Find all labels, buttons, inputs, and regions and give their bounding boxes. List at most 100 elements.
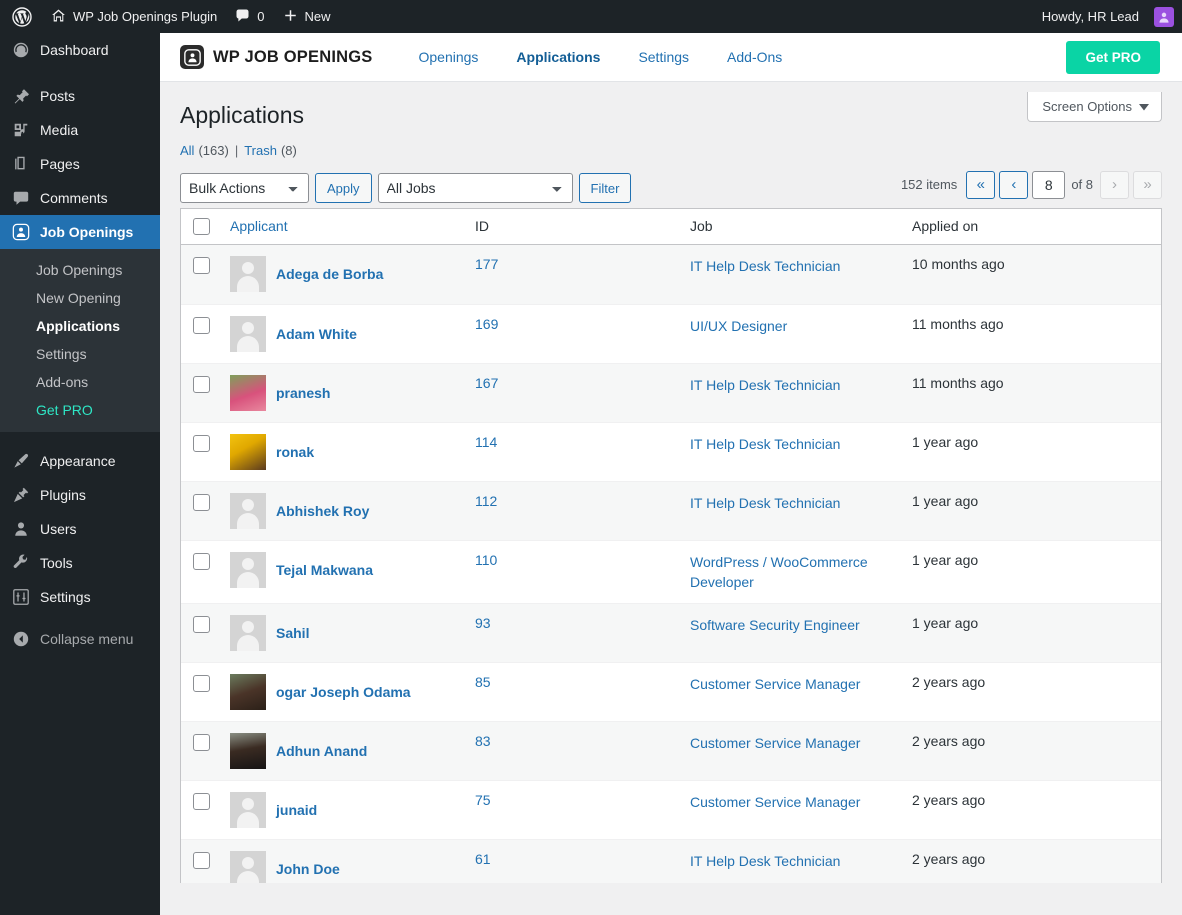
applicant-cell: Sahil bbox=[220, 603, 465, 663]
comments-menu-item[interactable]: 0 bbox=[226, 0, 273, 33]
select-all-checkbox[interactable] bbox=[193, 217, 210, 235]
sidebar-item-users[interactable]: Users bbox=[0, 512, 160, 546]
jobs-filter-select[interactable]: All Jobs bbox=[377, 173, 573, 204]
job-title-link[interactable]: UI/UX Designer bbox=[690, 316, 787, 336]
job-cell: Customer Service Manager bbox=[680, 780, 902, 839]
new-content-menu-item[interactable]: New bbox=[274, 0, 340, 33]
application-id-link[interactable]: 167 bbox=[475, 375, 498, 391]
tab-applications[interactable]: Applications bbox=[516, 49, 600, 65]
sidebar-subitem-settings[interactable]: Settings bbox=[0, 340, 160, 368]
sidebar-subitem-add-ons[interactable]: Add-ons bbox=[0, 368, 160, 396]
applicant-name-link[interactable]: ronak bbox=[276, 434, 314, 470]
tab-settings[interactable]: Settings bbox=[638, 49, 689, 65]
job-title-link[interactable]: IT Help Desk Technician bbox=[690, 851, 840, 871]
row-checkbox[interactable] bbox=[193, 434, 210, 452]
job-title-link[interactable]: WordPress / WooCommerce Developer bbox=[690, 552, 892, 593]
applicant-cell: Adega de Borba bbox=[220, 244, 465, 304]
current-page-input[interactable] bbox=[1032, 170, 1066, 199]
applicant-name-link[interactable]: Abhishek Roy bbox=[276, 493, 369, 529]
id-cell: 110 bbox=[465, 539, 680, 604]
application-id-link[interactable]: 85 bbox=[475, 674, 491, 690]
applicant-name-link[interactable]: Adega de Borba bbox=[276, 256, 383, 292]
column-header-applicant[interactable]: Applicant bbox=[220, 208, 465, 245]
sidebar-item-posts[interactable]: Posts bbox=[0, 79, 160, 113]
view-all-link[interactable]: All bbox=[180, 143, 194, 158]
application-id-link[interactable]: 93 bbox=[475, 615, 491, 631]
id-cell: 114 bbox=[465, 421, 680, 481]
sidebar-item-plugins[interactable]: Plugins bbox=[0, 478, 160, 512]
row-checkbox[interactable] bbox=[193, 675, 210, 693]
applicant-name-link[interactable]: junaid bbox=[276, 792, 317, 828]
applicant-name-link[interactable]: ogar Joseph Odama bbox=[276, 674, 411, 710]
job-title-link[interactable]: IT Help Desk Technician bbox=[690, 493, 840, 513]
sidebar-subitem-applications[interactable]: Applications bbox=[0, 312, 160, 340]
row-checkbox[interactable] bbox=[193, 734, 210, 752]
job-title-link[interactable]: IT Help Desk Technician bbox=[690, 256, 840, 276]
job-title-link[interactable]: Software Security Engineer bbox=[690, 615, 860, 635]
tab-add-ons[interactable]: Add-Ons bbox=[727, 49, 782, 65]
row-checkbox[interactable] bbox=[193, 316, 210, 334]
collapse-menu-button[interactable]: Collapse menu bbox=[0, 622, 160, 656]
job-title-link[interactable]: IT Help Desk Technician bbox=[690, 434, 840, 454]
job-title-link[interactable]: Customer Service Manager bbox=[690, 674, 860, 694]
row-checkbox[interactable] bbox=[193, 616, 210, 634]
applicant-name-link[interactable]: Tejal Makwana bbox=[276, 552, 373, 588]
row-checkbox[interactable] bbox=[193, 375, 210, 393]
last-page-button[interactable]: » bbox=[1133, 170, 1162, 199]
applicant-name-link[interactable]: pranesh bbox=[276, 375, 330, 411]
sidebar-item-job-openings[interactable]: Job Openings bbox=[0, 215, 168, 249]
applicant-name-link[interactable]: John Doe bbox=[276, 851, 340, 882]
sort-applicant-link[interactable]: Applicant bbox=[230, 218, 288, 234]
bulk-actions-select[interactable]: Bulk Actions bbox=[180, 173, 309, 204]
job-title-link[interactable]: Customer Service Manager bbox=[690, 792, 860, 812]
application-id-link[interactable]: 61 bbox=[475, 851, 491, 867]
apply-button[interactable]: Apply bbox=[315, 173, 372, 204]
wp-logo-menu-item[interactable] bbox=[0, 0, 42, 33]
my-account-menu-item[interactable]: Howdy, HR Lead bbox=[1033, 0, 1174, 33]
view-all[interactable]: All (163) bbox=[180, 143, 229, 158]
applicant-name-link[interactable]: Adhun Anand bbox=[276, 733, 367, 769]
view-trash-link[interactable]: Trash bbox=[244, 143, 277, 158]
sidebar-item-appearance[interactable]: Appearance bbox=[0, 444, 160, 478]
application-id-link[interactable]: 169 bbox=[475, 316, 498, 332]
screen-options-button[interactable]: Screen Options bbox=[1027, 92, 1162, 122]
site-name-menu-item[interactable]: WP Job Openings Plugin bbox=[42, 0, 226, 33]
next-page-button[interactable]: › bbox=[1100, 170, 1129, 199]
application-id-link[interactable]: 177 bbox=[475, 256, 498, 272]
row-checkbox[interactable] bbox=[193, 852, 210, 870]
sidebar-item-settings[interactable]: Settings bbox=[0, 580, 160, 614]
table-row: Adega de Borba 177 IT Help Desk Technician… bbox=[181, 244, 1161, 304]
application-id-link[interactable]: 83 bbox=[475, 733, 491, 749]
row-checkbox[interactable] bbox=[193, 493, 210, 511]
view-trash[interactable]: Trash (8) bbox=[244, 143, 297, 158]
application-id-link[interactable]: 75 bbox=[475, 792, 491, 808]
filter-button[interactable]: Filter bbox=[578, 173, 632, 204]
sidebar-item-comments[interactable]: Comments bbox=[0, 181, 160, 215]
row-checkbox[interactable] bbox=[193, 256, 210, 274]
row-checkbox[interactable] bbox=[193, 552, 210, 570]
avatar bbox=[230, 674, 266, 711]
avatar bbox=[230, 374, 266, 411]
application-id-link[interactable]: 110 bbox=[475, 552, 497, 568]
row-checkbox[interactable] bbox=[193, 793, 210, 811]
job-title-link[interactable]: Customer Service Manager bbox=[690, 733, 860, 753]
sidebar-subitem-new-opening[interactable]: New Opening bbox=[0, 284, 160, 312]
sidebar-item-media[interactable]: Media bbox=[0, 113, 160, 147]
sidebar-item-label: Pages bbox=[40, 156, 80, 172]
sidebar-item-tools[interactable]: Tools bbox=[0, 546, 160, 580]
job-title-link[interactable]: IT Help Desk Technician bbox=[690, 375, 840, 395]
application-id-link[interactable]: 114 bbox=[475, 434, 497, 450]
get-pro-button[interactable]: Get PRO bbox=[1066, 40, 1160, 74]
application-id-link[interactable]: 112 bbox=[475, 493, 497, 509]
applicant-name-link[interactable]: Adam White bbox=[276, 316, 357, 352]
applicant-name-link[interactable]: Sahil bbox=[276, 615, 309, 651]
sidebar-subitem-job-openings[interactable]: Job Openings bbox=[0, 256, 160, 284]
sidebar-item-pages[interactable]: Pages bbox=[0, 147, 160, 181]
prev-page-button[interactable]: ‹ bbox=[999, 170, 1029, 199]
sidebar-item-dashboard[interactable]: Dashboard bbox=[0, 33, 160, 67]
tab-openings[interactable]: Openings bbox=[418, 49, 478, 65]
sidebar-subitem-get-pro[interactable]: Get PRO bbox=[0, 396, 160, 424]
first-page-button[interactable]: « bbox=[966, 170, 996, 199]
id-cell: 167 bbox=[465, 362, 680, 422]
views-filter-links: All (163) | Trash (8) bbox=[180, 143, 1162, 166]
